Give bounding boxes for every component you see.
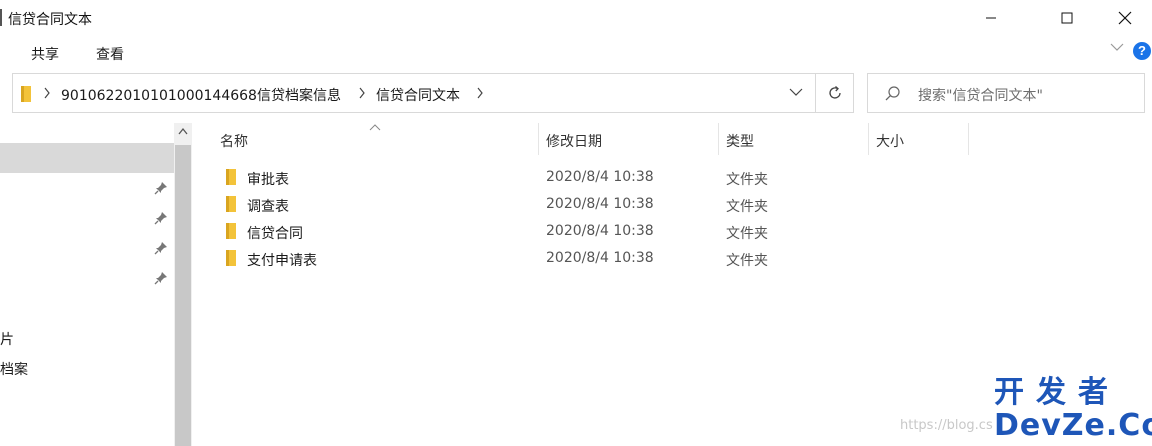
tab-view[interactable]: 查看 [96, 44, 124, 64]
window-title: 信贷合同文本 [8, 12, 92, 28]
folder-icon [226, 169, 236, 185]
column-headers: 名称 修改日期 类型 大小 [192, 123, 1152, 155]
file-type: 文件夹 [726, 199, 768, 215]
breadcrumb-separator-icon[interactable] [358, 87, 366, 99]
file-type: 文件夹 [726, 253, 768, 269]
list-item[interactable]: 信贷合同 2020/8/4 10:38 文件夹 [192, 218, 952, 245]
file-modified: 2020/8/4 10:38 [546, 223, 654, 239]
scroll-up-arrow-icon[interactable] [178, 127, 188, 135]
list-item[interactable]: 审批表 2020/8/4 10:38 文件夹 [192, 164, 952, 191]
folder-icon [226, 196, 236, 212]
scrollbar-thumb[interactable] [175, 145, 191, 446]
maximize-button[interactable] [1044, 0, 1090, 36]
folder-icon [21, 86, 31, 102]
folder-icon [226, 250, 236, 266]
pin-icon[interactable] [154, 181, 168, 195]
nav-scrollbar[interactable] [174, 123, 192, 446]
column-divider[interactable] [718, 123, 719, 155]
file-type: 文件夹 [726, 172, 768, 188]
address-history-chevron-icon[interactable] [789, 87, 803, 97]
file-name[interactable]: 支付申请表 [247, 250, 317, 270]
address-bar[interactable]: 90106220101010001446​68信贷档案信息 信贷合同文本 [12, 73, 816, 113]
search-placeholder: 搜索"信贷合同文本" [918, 88, 1043, 104]
window-app-icon [0, 9, 2, 26]
column-header-type[interactable]: 类型 [726, 131, 754, 151]
watermark-logo-bottom: DevZe.CoM [994, 408, 1152, 443]
file-name[interactable]: 审批表 [247, 169, 289, 189]
refresh-icon [828, 86, 841, 99]
breadcrumb-separator-icon[interactable] [476, 87, 484, 99]
help-icon[interactable]: ? [1133, 42, 1151, 60]
nav-item-sub-archive[interactable]: 子档案 [0, 359, 28, 379]
column-divider[interactable] [968, 123, 969, 155]
list-item[interactable]: 支付申请表 2020/8/4 10:38 文件夹 [192, 245, 952, 272]
nav-item-pictures[interactable]: 图片 [0, 329, 14, 349]
breadcrumb-separator-icon[interactable] [43, 87, 51, 99]
column-header-name[interactable]: 名称 [220, 131, 248, 151]
close-button[interactable] [1102, 0, 1148, 36]
nav-item-selected[interactable] [0, 143, 174, 173]
pin-icon[interactable] [154, 271, 168, 285]
watermark-logo: 开发者 DevZe.CoM [994, 375, 1152, 443]
column-header-modified[interactable]: 修改日期 [546, 131, 602, 151]
watermark-url: https://blog.cs [900, 418, 993, 433]
file-name[interactable]: 调查表 [247, 196, 289, 216]
file-name[interactable]: 信贷合同 [247, 223, 303, 243]
pin-icon[interactable] [154, 211, 168, 225]
column-header-size[interactable]: 大小 [876, 131, 904, 151]
list-item[interactable]: 调查表 2020/8/4 10:38 文件夹 [192, 191, 952, 218]
title-bar: 信贷合同文本 [0, 0, 1152, 36]
column-divider[interactable] [868, 123, 869, 155]
file-modified: 2020/8/4 10:38 [546, 169, 654, 185]
maximize-icon [1061, 12, 1073, 24]
ribbon-expand-chevron-icon[interactable] [1110, 42, 1124, 52]
file-modified: 2020/8/4 10:38 [546, 250, 654, 266]
column-divider[interactable] [538, 123, 539, 155]
minimize-button[interactable] [968, 0, 1014, 36]
minimize-icon [986, 17, 996, 19]
breadcrumb-item-archive[interactable]: 90106220101010001446​68信贷档案信息 [61, 85, 341, 105]
watermark-logo-top: 开发者 [994, 375, 1120, 410]
refresh-button[interactable] [816, 73, 854, 113]
breadcrumb-item-current[interactable]: 信贷合同文本 [376, 85, 460, 105]
folder-icon [226, 223, 236, 239]
tab-share[interactable]: 共享 [31, 44, 59, 64]
close-icon [1118, 11, 1132, 25]
sort-ascending-icon [369, 124, 381, 131]
navigation-pane: 图片 子档案 [0, 123, 174, 446]
pin-icon[interactable] [154, 241, 168, 255]
file-modified: 2020/8/4 10:38 [546, 196, 654, 212]
ribbon: 共享 查看 [0, 36, 1152, 68]
search-input[interactable]: 搜索"信贷合同文本" [867, 73, 1145, 113]
file-type: 文件夹 [726, 226, 768, 242]
search-icon [885, 86, 900, 101]
